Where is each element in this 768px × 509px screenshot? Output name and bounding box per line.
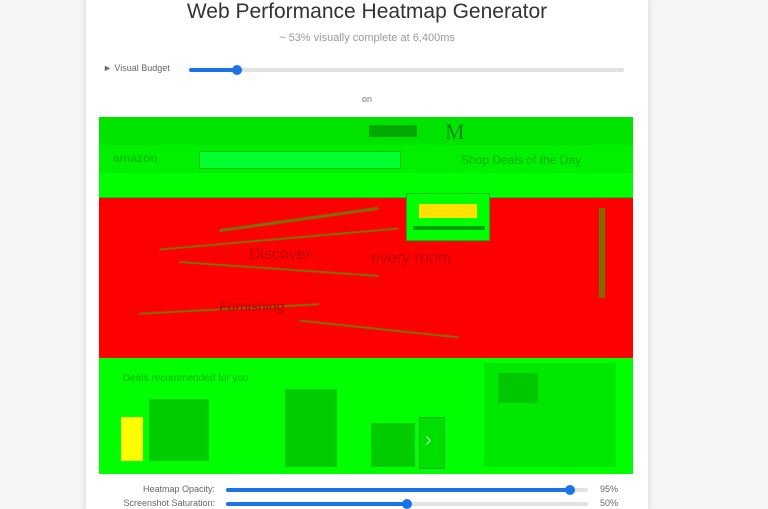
heatmap-opacity-thumb[interactable] <box>564 485 575 495</box>
heatmap-hero-text: Discover <box>249 246 312 263</box>
heatmap-opacity-fill <box>226 488 570 492</box>
heatmap-hero-text: Furnishing <box>219 298 285 314</box>
visual-budget-fill <box>189 68 237 72</box>
heatmap-product <box>371 423 415 467</box>
heatmap-searchbox <box>199 151 401 169</box>
heatmap-yellow-region <box>121 417 143 461</box>
heatmap-noise <box>299 319 459 339</box>
heatmap-shop-text: Shop Deals of the Day <box>461 153 582 167</box>
heatmap-subnav <box>99 173 633 198</box>
page-subtitle: ~ 53% visually complete at 6,400ms <box>279 32 455 44</box>
screenshot-saturation-value: 50% <box>600 498 619 508</box>
heatmap-chip <box>369 125 417 137</box>
screenshot-saturation-thumb[interactable] <box>402 499 412 509</box>
heatmap-section-title: Deals recommended for you <box>123 373 249 384</box>
visual-budget-toggle[interactable]: ► Visual Budget <box>103 63 170 73</box>
page-title: Web Performance Heatmap Generator <box>186 0 548 23</box>
heatmap-product <box>149 399 209 461</box>
heatmap-logo: M <box>445 119 465 144</box>
filmstrip-label: on <box>361 94 372 104</box>
screenshot-saturation-slider[interactable] <box>226 499 588 509</box>
heatmap-opacity-slider[interactable] <box>226 485 588 495</box>
heatmap-popup-text <box>413 226 485 230</box>
main-card: Web Performance Heatmap Generator ~ 53% … <box>86 0 648 509</box>
heatmap-side-panel <box>484 363 616 467</box>
heatmap-noise <box>219 206 379 233</box>
visual-budget-slider[interactable] <box>189 65 624 75</box>
heatmap-product <box>285 389 337 467</box>
heatmap-noise <box>599 208 605 298</box>
heatmap-topbar <box>99 117 633 145</box>
chevron-right-icon: › <box>425 429 432 451</box>
heatmap-popup <box>406 193 490 241</box>
heatmap-popup-button <box>419 204 477 218</box>
heatmap-brand: amazon <box>113 151 158 165</box>
heatmap-slow-region: Discover every room Furnishing <box>99 198 633 358</box>
heatmap-opacity-label: Heatmap Opacity: <box>142 484 215 494</box>
heatmap-panel-block <box>498 373 538 403</box>
heatmap-hero-text: every room <box>371 250 452 267</box>
heatmap-opacity-value: 95% <box>600 484 619 494</box>
heatmap-canvas: M amazon Shop Deals of the Day Discover … <box>99 117 633 474</box>
screenshot-saturation-fill <box>226 502 407 506</box>
visual-budget-thumb[interactable] <box>231 65 242 75</box>
heatmap-carousel-arrow <box>419 417 445 469</box>
screenshot-saturation-label: Screenshot Saturation: <box>123 498 215 508</box>
